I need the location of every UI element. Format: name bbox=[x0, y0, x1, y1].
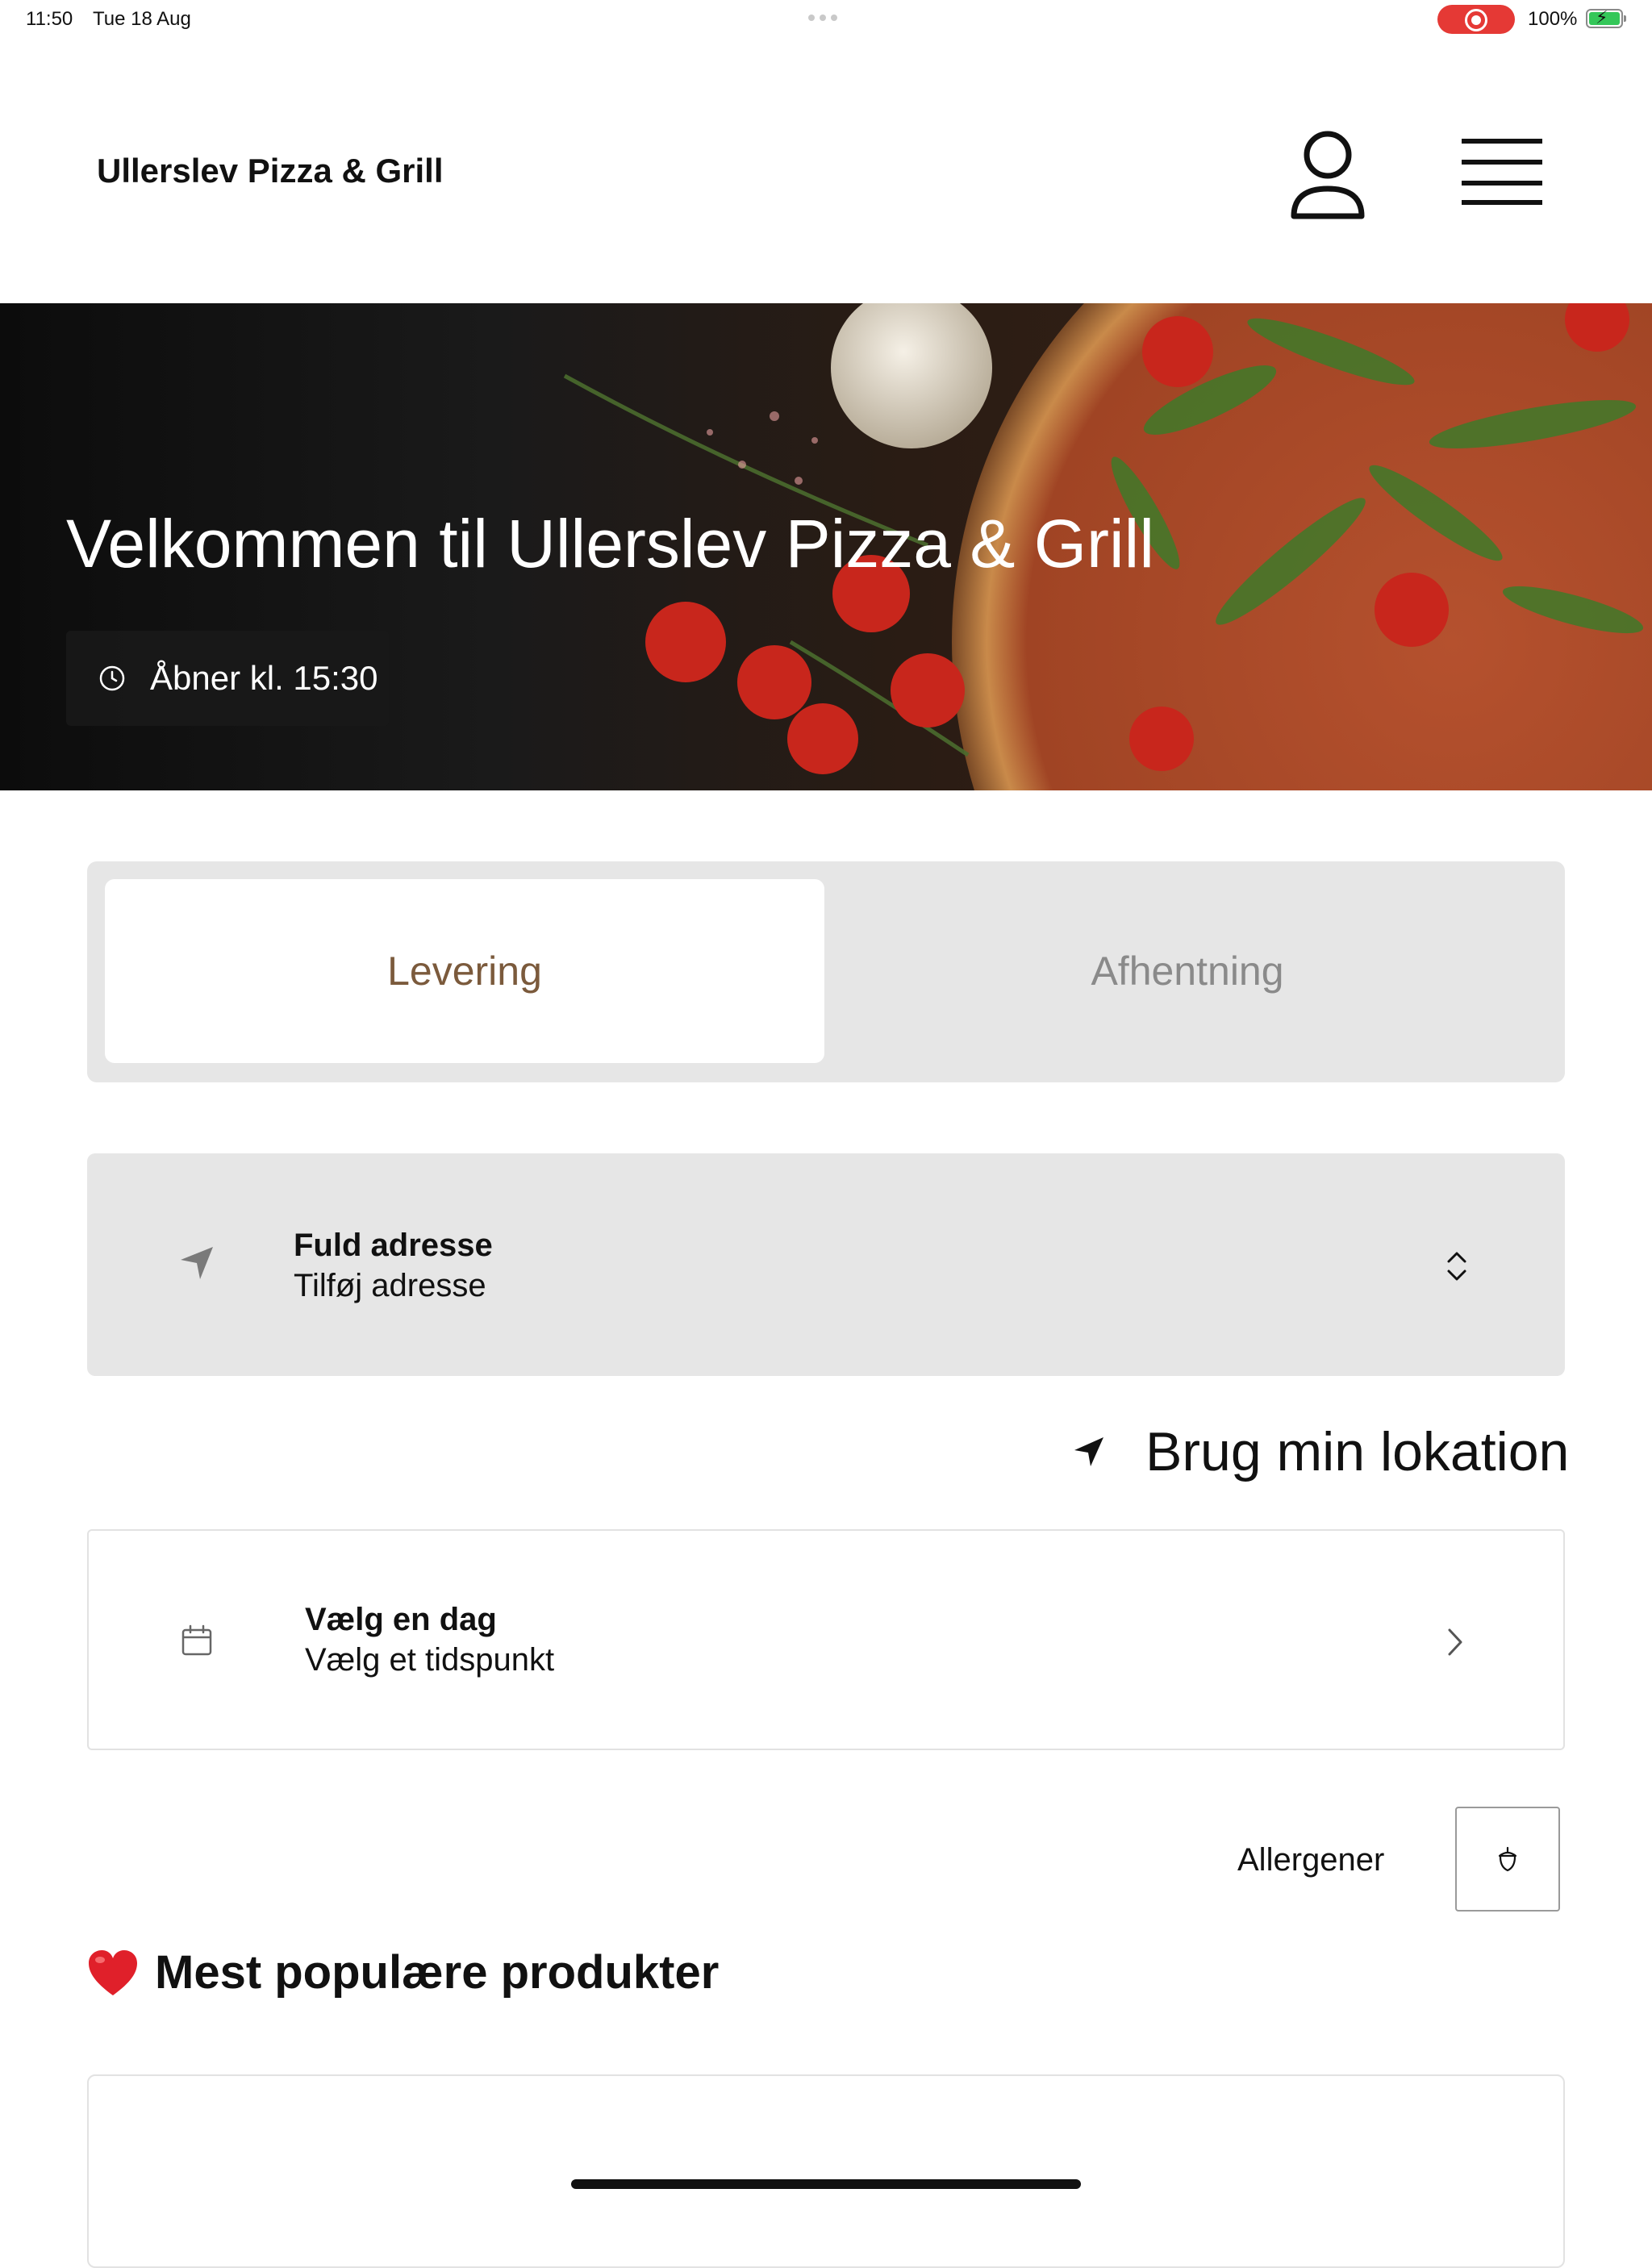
status-bar: 11:50 Tue 18 Aug 100% ⚡ bbox=[0, 0, 1652, 39]
use-my-location-label: Brug min lokation bbox=[1145, 1421, 1570, 1482]
app-header: Ullerslev Pizza & Grill bbox=[0, 39, 1652, 303]
opening-time-badge: Åbner kl. 15:30 bbox=[66, 631, 389, 726]
menu-icon[interactable] bbox=[1462, 135, 1542, 208]
hero-banner: Velkommen til Ullerslev Pizza & Grill Åb… bbox=[0, 303, 1652, 790]
status-date: Tue 18 Aug bbox=[93, 8, 191, 30]
date-picker-subtitle: Vælg et tidspunkt bbox=[305, 1642, 555, 1678]
charging-bolt-icon: ⚡ bbox=[1596, 7, 1608, 27]
date-time-picker[interactable]: Vælg en dag Vælg et tidspunkt bbox=[87, 1529, 1565, 1750]
heart-icon bbox=[89, 1949, 137, 1995]
clock-icon bbox=[99, 665, 125, 691]
date-picker-title: Vælg en dag bbox=[305, 1602, 497, 1637]
acorn-icon bbox=[1498, 1846, 1517, 1872]
screen-recording-indicator[interactable] bbox=[1437, 5, 1515, 34]
product-card[interactable] bbox=[87, 2074, 1565, 2268]
popular-products-heading: Mest populære produkter bbox=[87, 1945, 719, 1999]
battery-percentage: 100% bbox=[1528, 8, 1578, 30]
calendar-icon bbox=[181, 1624, 212, 1656]
navigation-arrow-icon bbox=[181, 1247, 213, 1279]
allergens-label[interactable]: Allergener bbox=[1237, 1842, 1384, 1878]
multitasking-dots[interactable] bbox=[808, 15, 837, 21]
address-title: Fuld adresse bbox=[294, 1228, 493, 1263]
location-arrow-icon bbox=[1074, 1437, 1103, 1466]
address-placeholder: Tilføj adresse bbox=[294, 1268, 486, 1303]
tab-pickup[interactable]: Afhentning bbox=[828, 879, 1547, 1063]
welcome-heading: Velkommen til Ullerslev Pizza & Grill bbox=[66, 506, 1155, 582]
opening-time-text: Åbner kl. 15:30 bbox=[150, 659, 378, 697]
tab-delivery[interactable]: Levering bbox=[105, 879, 824, 1063]
home-indicator[interactable] bbox=[571, 2179, 1081, 2189]
use-my-location-button[interactable]: Brug min lokation bbox=[1073, 1420, 1569, 1484]
chevron-up-down-icon bbox=[1447, 1252, 1466, 1281]
status-time: 11:50 bbox=[26, 8, 73, 30]
user-icon[interactable] bbox=[1287, 127, 1368, 224]
allergens-button[interactable] bbox=[1455, 1807, 1560, 1912]
chevron-right-icon bbox=[1448, 1628, 1462, 1656]
popular-products-title: Mest populære produkter bbox=[155, 1946, 720, 1999]
address-selector[interactable]: Fuld adresse Tilføj adresse bbox=[87, 1153, 1565, 1376]
restaurant-name[interactable]: Ullerslev Pizza & Grill bbox=[97, 152, 444, 190]
order-type-toggle: Levering Afhentning bbox=[87, 861, 1565, 1082]
